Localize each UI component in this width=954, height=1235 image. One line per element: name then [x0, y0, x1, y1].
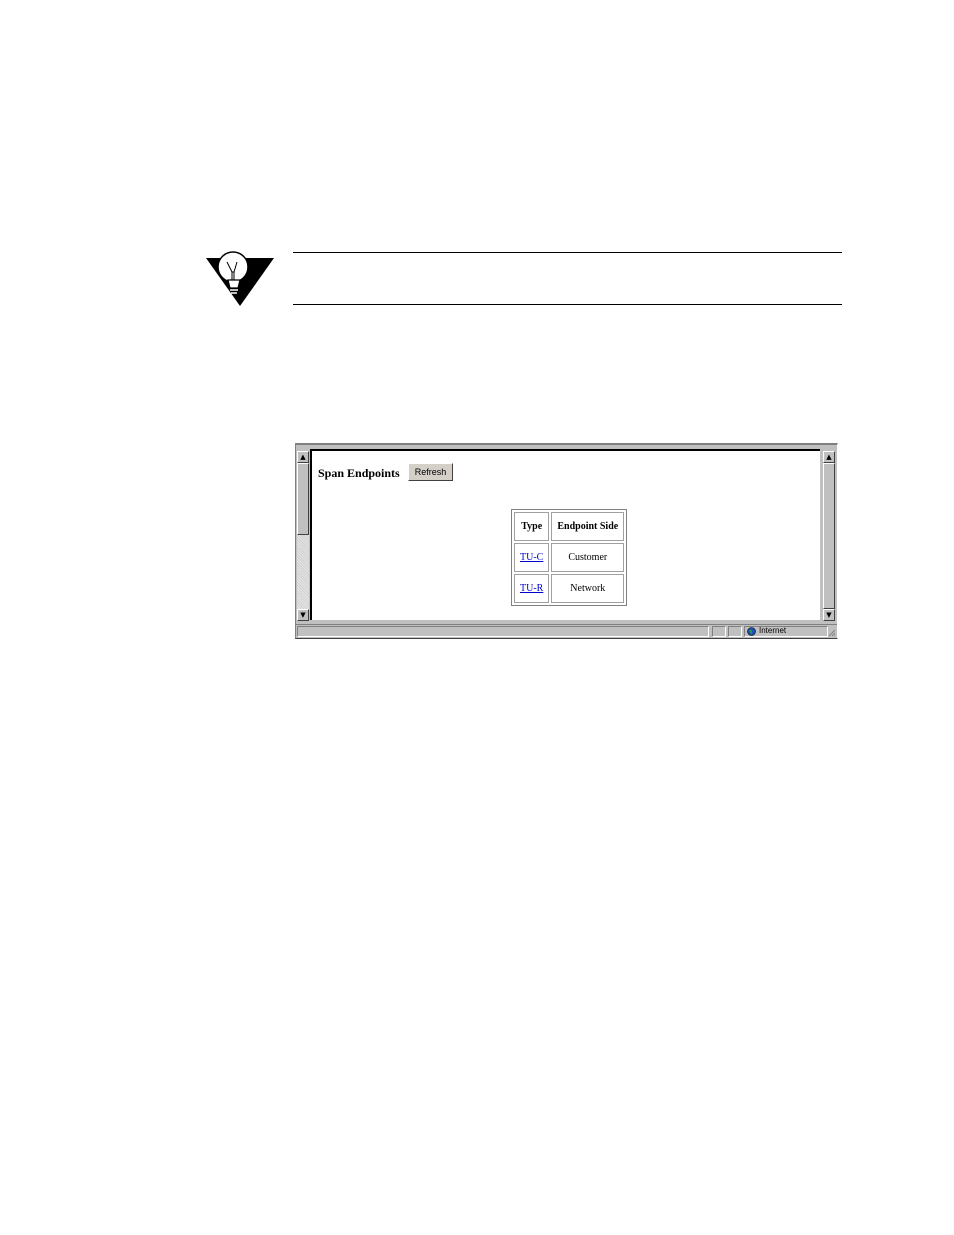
type-cell: TU-R — [514, 574, 550, 603]
note-top-rule — [293, 252, 842, 253]
page-title: Span Endpoints — [318, 466, 400, 480]
refresh-button[interactable]: Refresh — [408, 463, 453, 481]
column-header-type: Type — [514, 512, 550, 541]
scroll-down-arrow-icon[interactable]: ▼ — [297, 609, 309, 621]
table-row: TU-R Network — [514, 574, 625, 603]
type-cell: TU-C — [514, 543, 550, 572]
internet-globe-icon — [747, 627, 756, 636]
column-header-endpoint-side: Endpoint Side — [551, 512, 625, 541]
lightbulb-note-icon — [206, 251, 274, 306]
scroll-thumb[interactable] — [297, 463, 309, 535]
table-header-row: Type Endpoint Side — [514, 512, 625, 541]
span-endpoints-table: Type Endpoint Side TU-C Customer TU-R Ne… — [511, 509, 628, 606]
security-zone-pane: Internet — [744, 626, 828, 637]
tu-r-link[interactable]: TU-R — [520, 583, 543, 594]
left-frame-scrollbar[interactable]: ▲ ▼ — [297, 451, 309, 621]
scroll-up-arrow-icon[interactable]: ▲ — [297, 451, 309, 463]
endpoint-side-cell: Network — [551, 574, 625, 603]
endpoint-side-cell: Customer — [551, 543, 625, 572]
tu-c-link[interactable]: TU-C — [520, 552, 543, 563]
scroll-down-arrow-icon[interactable]: ▼ — [823, 609, 835, 621]
resize-grip-icon[interactable] — [828, 629, 836, 637]
browser-window: ▲ ▼ Span Endpoints Refresh Type Endpoint… — [295, 443, 838, 639]
status-text-pane — [297, 626, 709, 637]
scroll-up-arrow-icon[interactable]: ▲ — [823, 451, 835, 463]
status-pane — [728, 626, 742, 637]
scroll-thumb[interactable] — [823, 463, 835, 609]
table-row: TU-C Customer — [514, 543, 625, 572]
status-bar: Internet — [296, 624, 837, 638]
status-pane — [712, 626, 726, 637]
security-zone-label: Internet — [759, 626, 787, 635]
note-bottom-rule — [293, 304, 842, 305]
right-frame-scrollbar[interactable]: ▲ ▼ — [823, 451, 835, 621]
page-content: Span Endpoints Refresh Type Endpoint Sid… — [310, 449, 820, 620]
